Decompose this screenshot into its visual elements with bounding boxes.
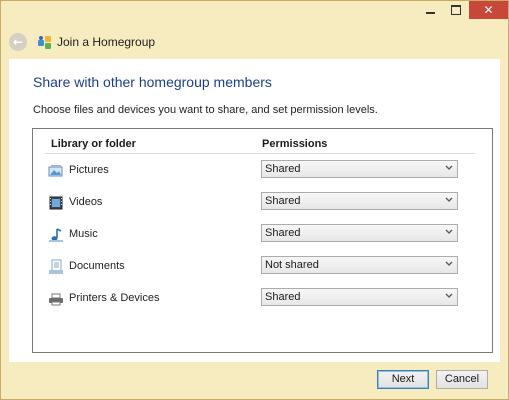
maximize-icon <box>451 5 461 15</box>
list-item-music: Music Shared <box>33 224 492 246</box>
list-item-label: Documents <box>69 260 125 272</box>
nav-row: ← Join a Homegroup <box>1 25 508 59</box>
permission-value: Shared <box>265 195 301 207</box>
homegroup-icon <box>38 36 51 49</box>
list-item-label: Pictures <box>69 164 109 176</box>
permission-select-pictures[interactable]: Shared <box>261 160 458 178</box>
chevron-down-icon <box>445 197 453 202</box>
minimize-button[interactable] <box>417 1 443 19</box>
permission-value: Shared <box>265 227 301 239</box>
permission-select-documents[interactable]: Not shared <box>261 256 458 274</box>
list-item-label: Videos <box>69 196 103 208</box>
close-button[interactable]: ✕ <box>469 1 508 19</box>
minimize-icon <box>425 11 435 14</box>
printer-icon <box>49 293 63 306</box>
pictures-library-icon <box>48 165 63 177</box>
permission-value: Shared <box>265 163 301 175</box>
footer: Next Cancel <box>1 362 508 399</box>
back-button[interactable]: ← <box>9 33 27 51</box>
close-icon: ✕ <box>483 3 494 17</box>
window-title: Join a Homegroup <box>57 35 156 49</box>
window: ✕ ← Join a Homegroup Share with other ho… <box>0 0 509 400</box>
list-item-videos: Videos Shared <box>33 192 492 214</box>
next-button[interactable]: Next <box>377 370 429 389</box>
permission-value: Not shared <box>265 259 319 271</box>
page-heading: Share with other homegroup members <box>33 74 272 90</box>
back-arrow-icon: ← <box>12 35 24 49</box>
documents-library-icon <box>49 259 63 274</box>
music-library-icon <box>49 228 63 242</box>
permission-select-music[interactable]: Shared <box>261 224 458 242</box>
videos-library-icon <box>49 196 63 210</box>
chevron-down-icon <box>445 165 453 170</box>
title-bar[interactable]: ✕ <box>1 1 508 25</box>
list-item-label: Printers & Devices <box>69 292 160 304</box>
permission-select-printers-devices[interactable]: Shared <box>261 288 458 306</box>
sharing-list: Library or folder Permissions Pictures S… <box>32 128 493 353</box>
permission-select-videos[interactable]: Shared <box>261 192 458 210</box>
instructions-text: Choose files and devices you want to sha… <box>33 104 378 116</box>
permission-value: Shared <box>265 291 301 303</box>
maximize-button[interactable] <box>443 1 469 19</box>
header-divider <box>45 153 475 154</box>
chevron-down-icon <box>445 229 453 234</box>
chevron-down-icon <box>445 261 453 266</box>
list-item-pictures: Pictures Shared <box>33 160 492 182</box>
list-item-documents: Documents Not shared <box>33 256 492 278</box>
content-panel: Share with other homegroup members Choos… <box>9 59 500 362</box>
column-header-library: Library or folder <box>51 138 136 150</box>
cancel-button[interactable]: Cancel <box>436 370 488 389</box>
chevron-down-icon <box>445 293 453 298</box>
list-item-printers-devices: Printers & Devices Shared <box>33 288 492 310</box>
list-item-label: Music <box>69 228 98 240</box>
column-header-permissions: Permissions <box>262 138 328 150</box>
